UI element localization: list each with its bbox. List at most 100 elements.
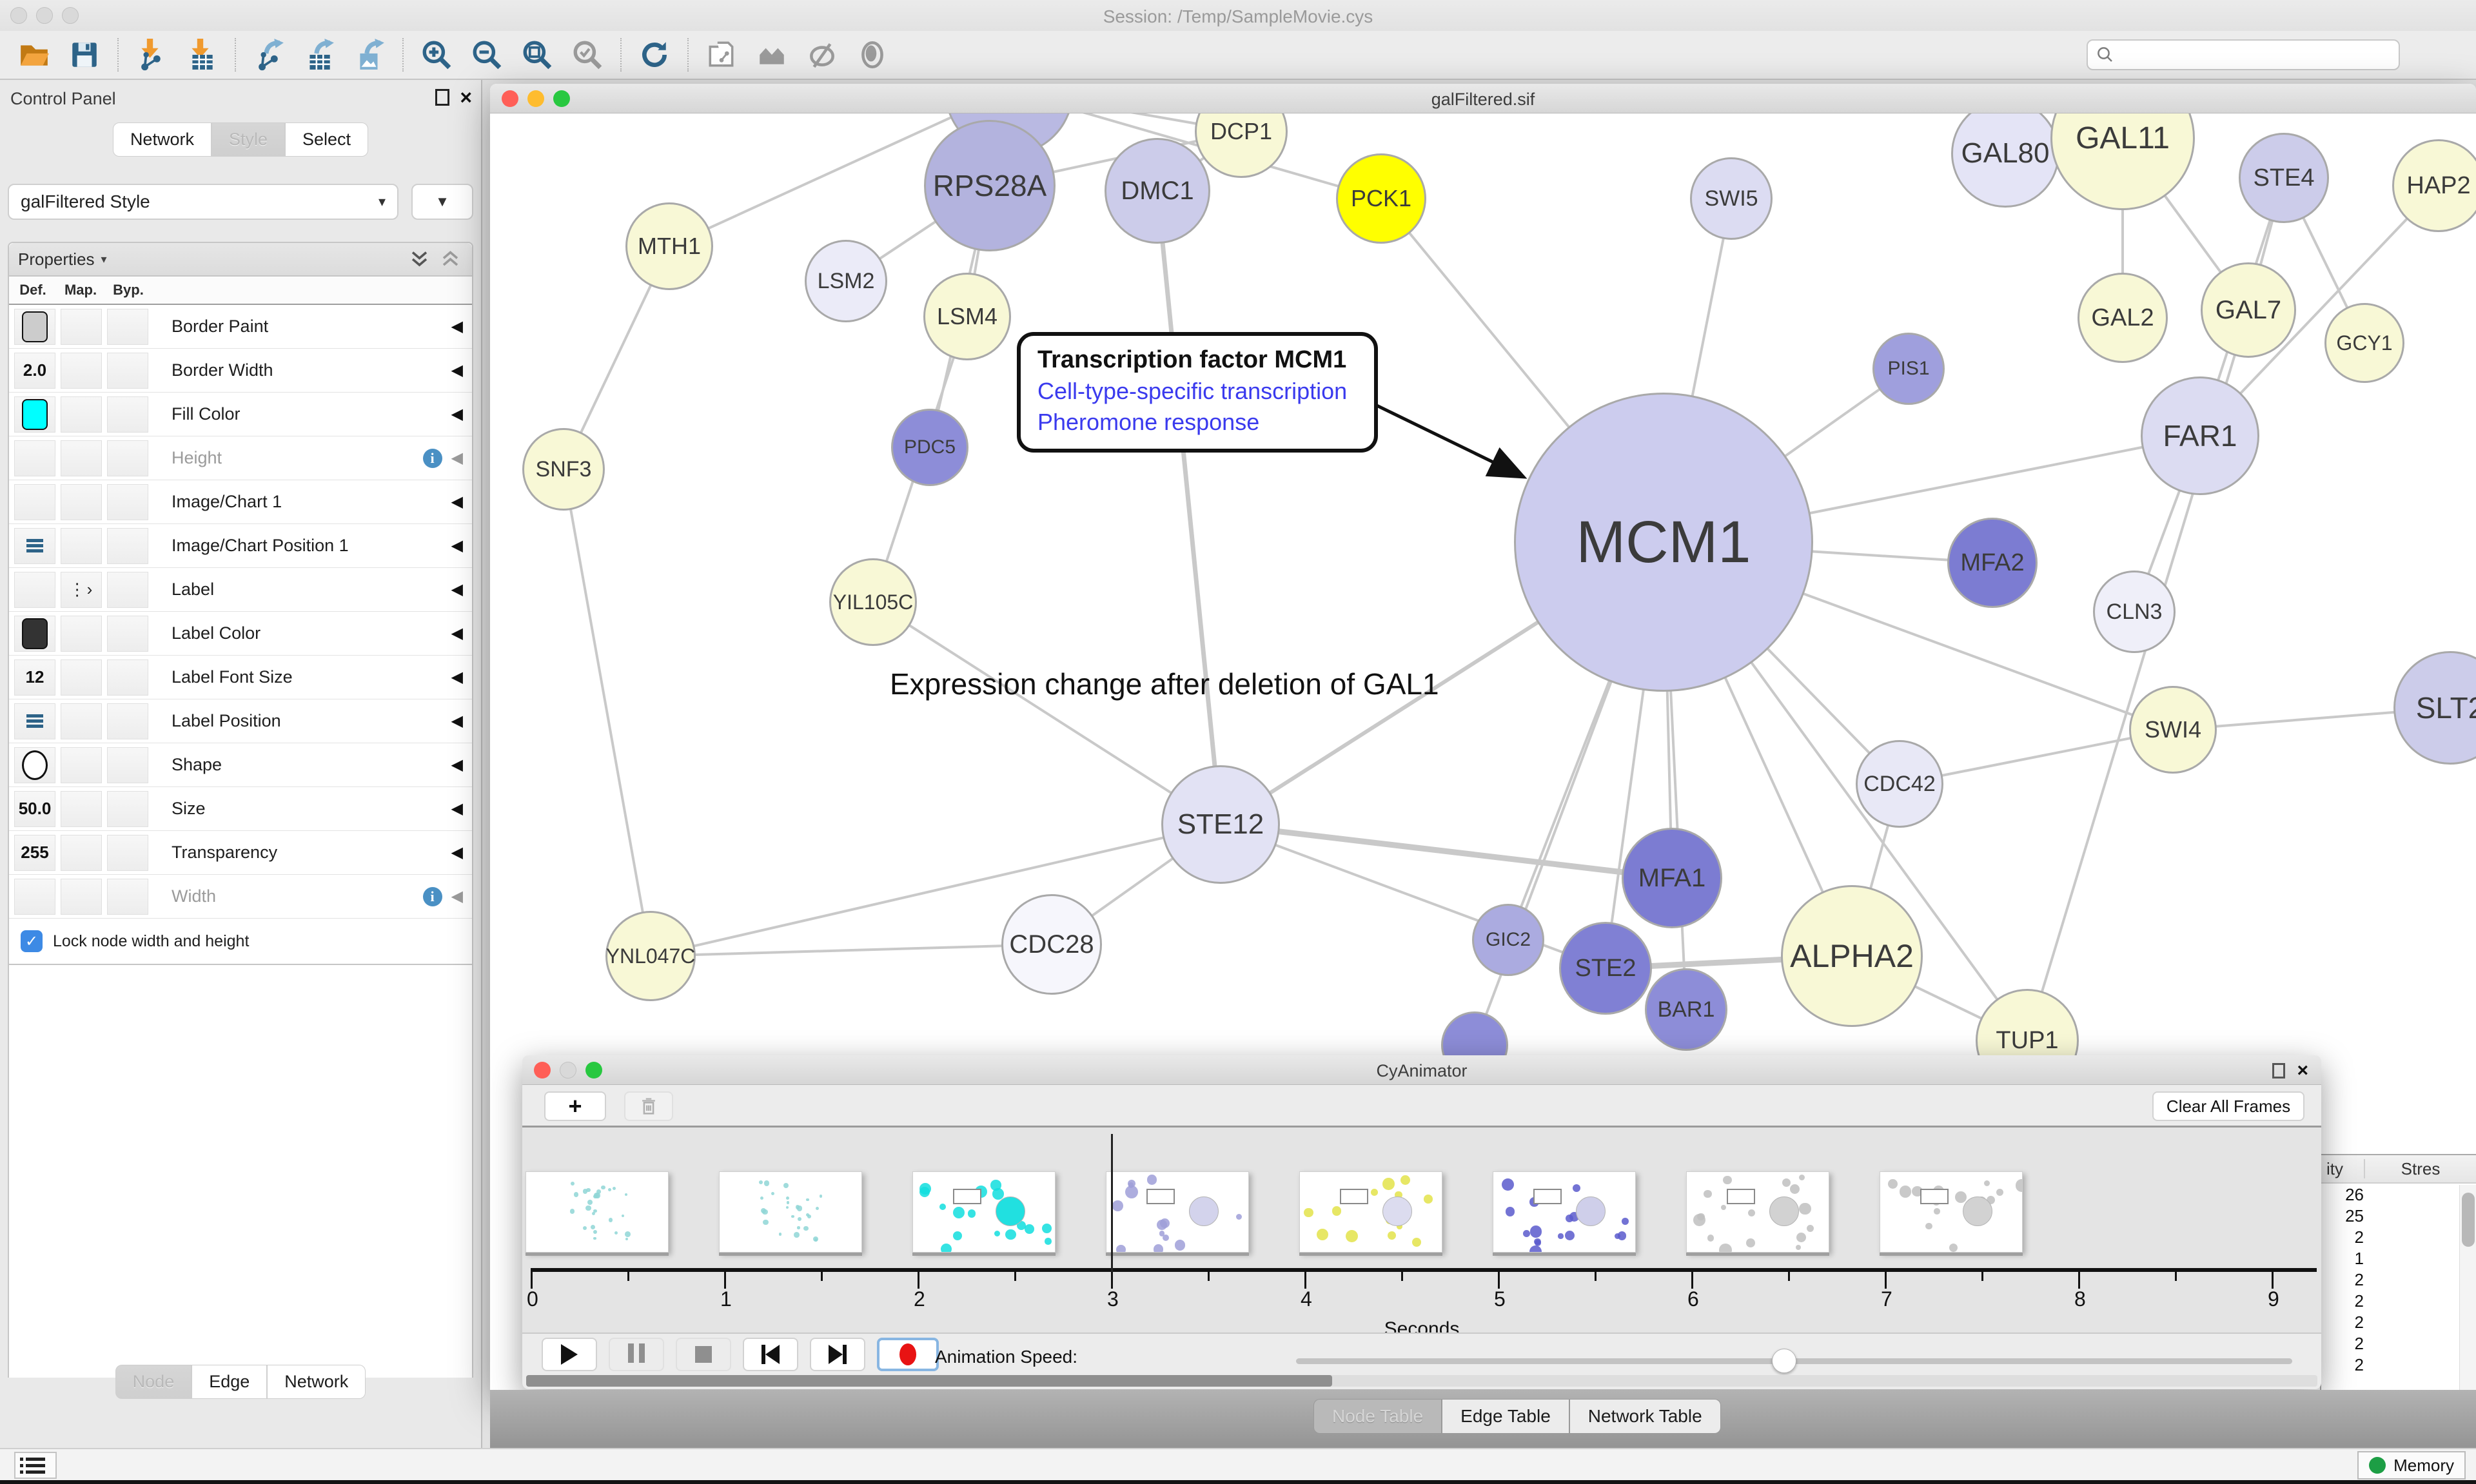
collapse-arrow-icon[interactable]: ◀ [451,449,463,467]
tab-edge[interactable]: Edge [192,1365,267,1399]
property-row-label-position[interactable]: Label Position ◀ [9,699,472,743]
table-cell[interactable]: 2 [2321,1270,2459,1291]
bypass-cell[interactable] [107,353,148,389]
property-row-label-font-size[interactable]: 12 Label Font Size ◀ [9,656,472,699]
export-image-icon[interactable] [347,35,392,74]
mapping-cell[interactable] [61,659,102,696]
playhead[interactable] [1111,1134,1113,1272]
network-node-ste12[interactable]: STE12 [1161,765,1280,884]
zoom-selected-icon[interactable] [565,35,610,74]
property-row-image-chart-1[interactable]: Image/Chart 1 ◀ [9,480,472,524]
frame-thumbnail-4[interactable] [1106,1171,1249,1253]
record-button[interactable] [877,1338,939,1371]
import-network-icon[interactable] [129,35,174,74]
network-node-gal7[interactable]: GAL7 [2201,262,2296,358]
mapping-cell[interactable] [61,835,102,871]
network-node-cdc42[interactable]: CDC42 [1856,740,1943,828]
export-table-icon[interactable] [297,35,342,74]
annotation-box[interactable]: Transcription factor MCM1 Cell-type-spec… [1017,332,1378,453]
default-cell[interactable] [14,572,55,608]
table-vertical-scrollbar[interactable] [2459,1185,2476,1390]
network-node-yil105c[interactable]: YIL105C [829,558,917,646]
show-panels-button[interactable] [14,1452,57,1479]
property-row-image-chart-position-1[interactable]: Image/Chart Position 1 ◀ [9,524,472,568]
import-table-icon[interactable] [179,35,224,74]
mapping-cell[interactable] [61,747,102,783]
network-node-ste4[interactable]: STE4 [2239,133,2329,223]
network-node-cdc28[interactable]: CDC28 [1001,894,1102,995]
mapping-cell[interactable] [61,440,102,476]
zoom-fit-icon[interactable] [515,35,560,74]
mapping-icon[interactable]: ⋮› [69,580,94,600]
collapse-arrow-icon[interactable]: ◀ [451,361,463,380]
property-row-fill-color[interactable]: Fill Color ◀ [9,393,472,436]
close-panel-icon[interactable]: × [460,89,472,106]
tab-network[interactable]: Network [267,1365,366,1399]
pause-button[interactable] [609,1338,664,1371]
property-row-label-color[interactable]: Label Color ◀ [9,612,472,656]
save-icon[interactable] [62,35,107,74]
scrollbar-thumb[interactable] [526,1375,1332,1387]
table-cell[interactable]: 2 [2321,1291,2459,1313]
collapse-arrow-icon[interactable]: ◀ [451,756,463,774]
checkbox-checked-icon[interactable]: ✓ [21,930,43,952]
collapse-arrow-icon[interactable]: ◀ [451,493,463,511]
network-node-mfa2[interactable]: MFA2 [1947,518,2038,608]
network-node-mth1[interactable]: MTH1 [625,202,713,290]
mapping-cell[interactable] [61,616,102,652]
default-cell[interactable]: 2.0 [14,353,55,389]
collapse-arrow-icon[interactable]: ◀ [451,536,463,555]
color-swatch[interactable] [22,618,48,649]
default-cell[interactable] [14,528,55,564]
overview-houses-icon[interactable] [749,35,794,74]
show-graphics-icon[interactable] [850,35,895,74]
table-cell[interactable]: 26 [2321,1185,2459,1206]
scrollbar-thumb[interactable] [2462,1193,2475,1247]
network-node-alpha2[interactable]: ALPHA2 [1781,885,1923,1027]
property-row-label[interactable]: ⋮› Label ◀ [9,568,472,612]
style-options-button[interactable]: ▼ [411,184,473,220]
bypass-cell[interactable] [107,396,148,433]
info-icon[interactable]: i [423,887,442,906]
network-node-gal2[interactable]: GAL2 [2078,273,2168,363]
skip-end-button[interactable] [810,1338,865,1371]
memory-indicator[interactable]: Memory [2357,1451,2466,1479]
bypass-cell[interactable] [107,309,148,345]
bypass-cell[interactable] [107,835,148,871]
mapping-cell[interactable] [61,879,102,915]
annotation-link-2[interactable]: Pheromone response [1037,409,1357,436]
network-node-lsm4[interactable]: LSM4 [923,273,1011,360]
tab-network[interactable]: Network [113,122,211,157]
collapse-arrow-icon[interactable]: ◀ [451,624,463,643]
bypass-cell[interactable] [107,703,148,739]
property-row-border-width[interactable]: 2.0 Border Width ◀ [9,349,472,393]
slider-thumb[interactable] [1772,1349,1796,1373]
table-column-stress[interactable]: Stres [2365,1159,2476,1179]
export-network-icon[interactable] [246,35,291,74]
frame-thumbnail-2[interactable] [719,1171,862,1253]
mapping-cell[interactable] [61,791,102,827]
property-row-border-paint[interactable]: Border Paint ◀ [9,305,472,349]
network-node-bar1[interactable]: BAR1 [1645,968,1727,1051]
network-node-gic2[interactable]: GIC2 [1472,904,1544,976]
property-row-transparency[interactable]: 255 Transparency ◀ [9,831,472,875]
tab-edge-table[interactable]: Edge Table [1442,1399,1569,1434]
default-cell[interactable] [14,440,55,476]
add-frame-button[interactable]: + [544,1091,606,1121]
frame-thumbnail-5[interactable] [1299,1171,1442,1253]
timeline[interactable]: 0123456789 Seconds [522,1128,2321,1333]
mapping-cell[interactable] [61,703,102,739]
animation-speed-slider[interactable] [1296,1358,2292,1364]
zoom-out-icon[interactable] [464,35,509,74]
network-node-dmc1[interactable]: DMC1 [1105,138,1210,244]
hide-graphics-icon[interactable] [800,35,845,74]
expand-collapse-icons[interactable] [409,249,463,269]
clear-all-frames-button[interactable]: Clear All Frames [2152,1091,2304,1121]
default-cell[interactable]: 12 [14,659,55,696]
collapse-arrow-icon[interactable]: ◀ [451,887,463,906]
network-node-rps28a[interactable]: RPS28A [924,120,1056,251]
refresh-icon[interactable] [632,35,677,74]
float-panel-icon[interactable] [435,89,449,106]
table-cell[interactable]: 2 [2321,1355,2459,1376]
default-cell[interactable]: 255 [14,835,55,871]
